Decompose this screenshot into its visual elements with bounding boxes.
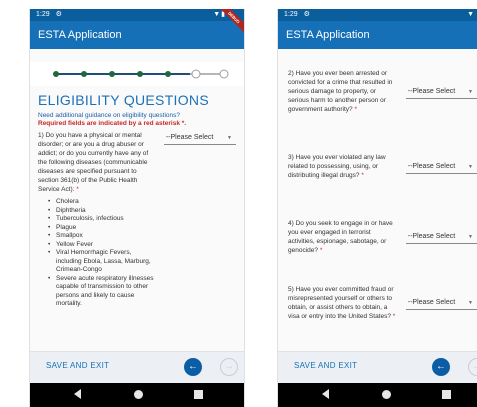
phone-screen-1: 1:29 ⚙ ▼▮ DEBUG ESTA Application ELIGIBI… [29, 9, 245, 407]
dropdown-arrow-icon: ▼ [468, 234, 473, 240]
step-dot-complete [53, 71, 59, 77]
progress-stepper [30, 62, 244, 86]
list-item: Yellow Fever [48, 241, 158, 250]
list-item: Smallpox [48, 232, 158, 241]
question-5-text: 5) Have you ever committed fraud or misr… [288, 286, 396, 320]
question-5-select[interactable]: --Please Select ▼ [405, 296, 477, 310]
disease-list: Cholera Diphtheria Tuberculosis, infecti… [48, 198, 236, 309]
back-arrow-icon[interactable]: ← [432, 358, 450, 376]
question-4-text: 4) Do you seek to engage in or have you … [288, 220, 393, 254]
list-item: Severe acute respiratory illnesses capab… [48, 275, 158, 309]
bottom-action-bar: SAVE AND EXIT ← → [278, 351, 477, 383]
list-item: Viral Hemorrhagic Fevers, including Ebol… [48, 249, 158, 275]
question-2: 2) Have you ever been arrested or convic… [288, 69, 477, 114]
nav-home-icon[interactable] [134, 390, 143, 399]
app-bar-title: ESTA Application [278, 21, 477, 49]
nav-recent-icon[interactable] [194, 390, 203, 399]
step-dot-complete [137, 71, 143, 77]
page-title: ELIGIBILITY QUESTIONS [38, 92, 209, 108]
step-dot-pending [191, 69, 201, 79]
dropdown-arrow-icon: ▼ [468, 88, 473, 95]
signal-battery-icon: ▼ [467, 11, 475, 18]
question-1-text: 1) Do you have a physical or mental diso… [38, 132, 149, 193]
nav-home-icon[interactable] [382, 390, 391, 399]
next-arrow-icon: → [468, 358, 477, 376]
list-item: Cholera [48, 198, 158, 207]
question-4-select[interactable]: --Please Select ▼ [405, 230, 477, 244]
debug-ribbon: DEBUG [218, 9, 244, 35]
eligibility-content: ELIGIBILITY QUESTIONS Need additional gu… [30, 92, 244, 309]
step-dot-complete [109, 71, 115, 77]
list-item: Plague [48, 224, 158, 233]
status-time: 1:29 [36, 11, 50, 18]
question-1-select[interactable]: --Please Select ▼ [163, 131, 236, 145]
question-3-select[interactable]: --Please Select ▼ [405, 160, 477, 174]
gear-icon: ⚙ [55, 11, 62, 18]
android-nav-bar [30, 383, 244, 407]
question-3: 3) Have you ever violated any law relate… [288, 153, 477, 180]
dropdown-arrow-icon: ▼ [468, 163, 473, 170]
nav-back-icon[interactable] [74, 389, 81, 399]
next-arrow-icon: → [220, 358, 238, 376]
gear-icon: ⚙ [303, 11, 310, 18]
question-5: 5) Have you ever committed fraud or misr… [288, 285, 477, 321]
question-3-text: 3) Have you ever violated any law relate… [288, 154, 386, 179]
step-dot-complete [81, 71, 87, 77]
question-2-text: 2) Have you ever been arrested or convic… [288, 70, 393, 113]
phone-screen-2: 1:29 ⚙ ▼ ESTA Application 2) Have you ev… [277, 9, 477, 407]
app-bar-title: ESTA Application [30, 21, 244, 49]
list-item: Diphtheria [48, 207, 158, 216]
dropdown-arrow-icon: ▼ [227, 135, 232, 141]
step-dot-pending [219, 69, 229, 79]
status-bar: 1:29 ⚙ ▼▮ DEBUG [30, 9, 244, 35]
list-item: Tuberculosis, infectious [48, 215, 158, 224]
android-nav-bar [278, 383, 477, 407]
step-dot-complete [165, 71, 171, 77]
stepper-track [53, 69, 229, 79]
nav-recent-icon[interactable] [442, 390, 451, 399]
save-and-exit-button[interactable]: SAVE AND EXIT [294, 361, 357, 370]
guidance-link[interactable]: Need additional guidance on eligibility … [38, 112, 236, 119]
question-1: 1) Do you have a physical or mental diso… [38, 131, 236, 194]
status-bar: 1:29 ⚙ ▼ [278, 9, 477, 21]
bottom-action-bar: SAVE AND EXIT ← → [30, 351, 244, 383]
nav-back-icon[interactable] [322, 389, 329, 399]
save-and-exit-button[interactable]: SAVE AND EXIT [46, 361, 109, 370]
question-4: 4) Do you seek to engage in or have you … [288, 219, 477, 255]
back-arrow-icon[interactable]: ← [184, 358, 202, 376]
question-2-select[interactable]: --Please Select ▼ [405, 85, 477, 99]
dropdown-arrow-icon: ▼ [468, 300, 473, 306]
required-note: Required fields are indicated by a red a… [38, 120, 187, 127]
status-time: 1:29 [284, 11, 298, 18]
